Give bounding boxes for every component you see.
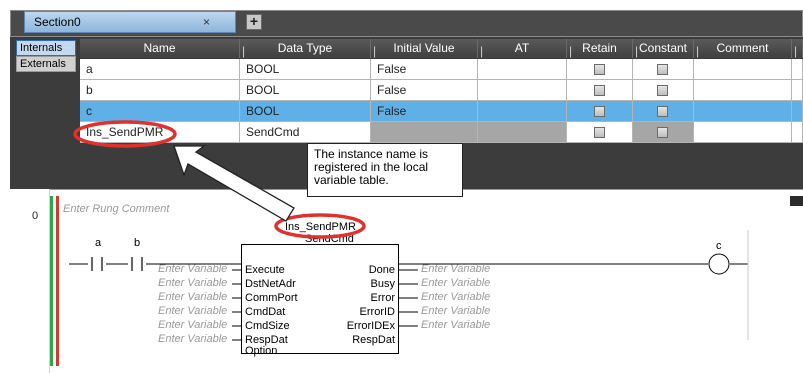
arrow-icon bbox=[173, 145, 295, 222]
callout-note: The instance name is registered in the l… bbox=[307, 143, 463, 197]
highlight-oval-table bbox=[73, 120, 177, 148]
highlight-oval-ladder bbox=[274, 213, 366, 239]
